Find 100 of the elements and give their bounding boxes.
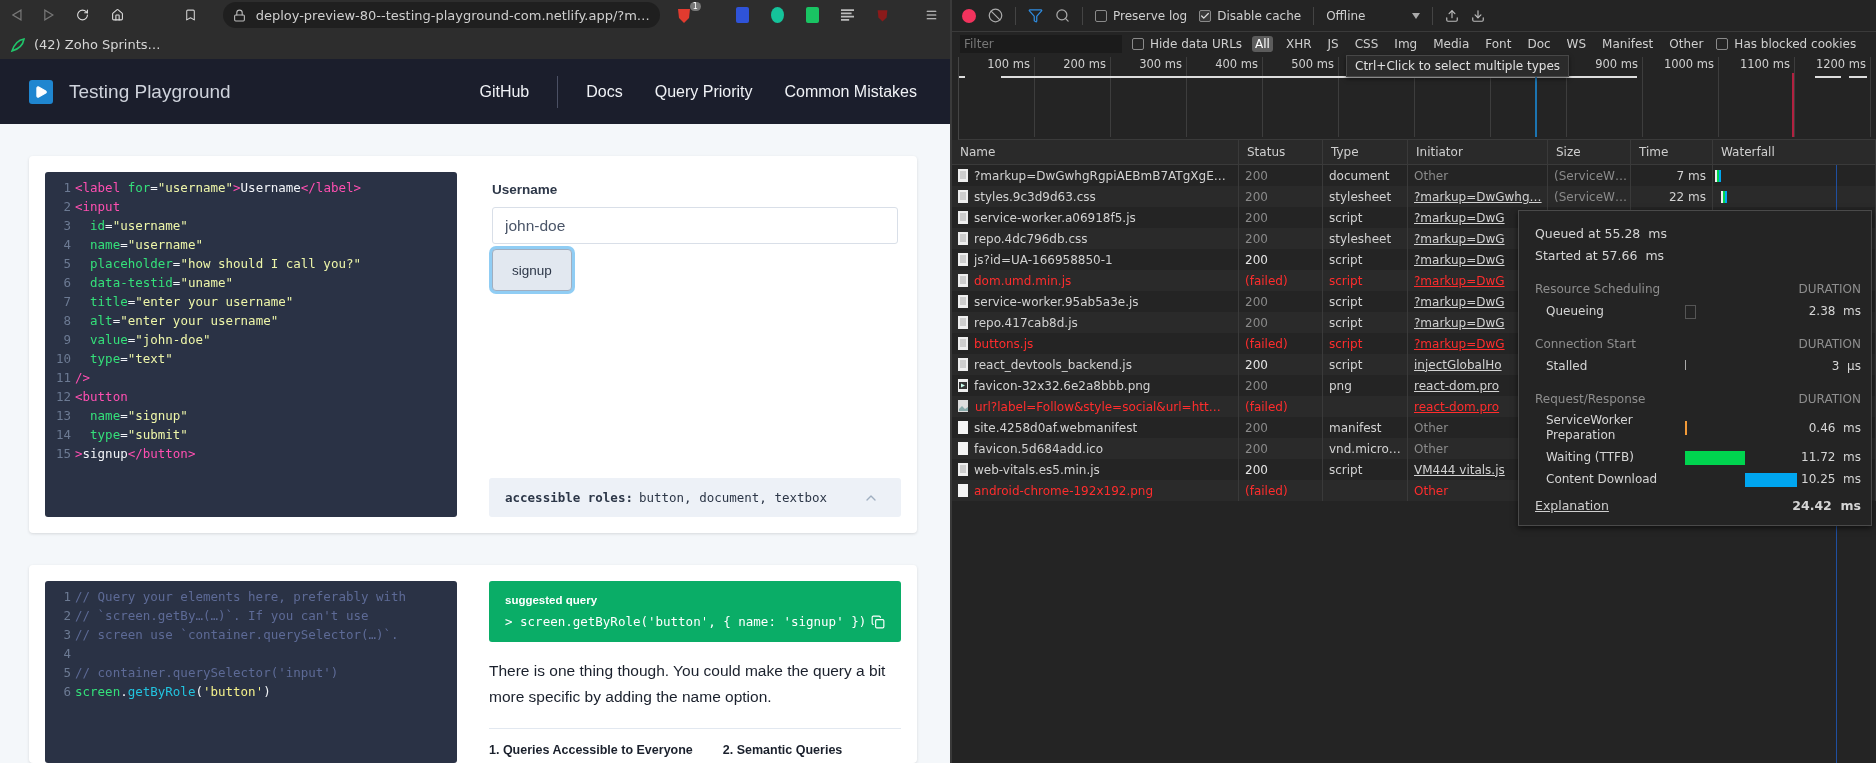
line-number: 4 (62, 236, 72, 254)
lines-icon[interactable] (840, 8, 854, 22)
checkbox[interactable] (1132, 38, 1144, 50)
search-icon[interactable] (1055, 8, 1070, 23)
initiator-link[interactable]: react-dom.pro (1414, 399, 1500, 414)
upload-icon[interactable] (1444, 8, 1459, 23)
tick-label: 1100 ms (1739, 57, 1790, 71)
field-label: Username (492, 182, 559, 197)
request-name[interactable]: repo.4dc796db.css (974, 231, 1088, 246)
type-filter-tab[interactable]: Font (1482, 36, 1515, 52)
request-name[interactable]: service-worker.95ab5a3e.js (974, 294, 1139, 309)
signup-button[interactable]: signup (492, 249, 572, 291)
file-icon (958, 190, 968, 203)
home-icon[interactable] (110, 7, 124, 23)
nav-link[interactable]: Query Priority (654, 82, 753, 101)
code-editor[interactable] (45, 172, 457, 517)
initiator-link[interactable]: react-dom.pro (1414, 378, 1500, 393)
initiator-link[interactable]: ?markup=DwG (1414, 294, 1505, 309)
initiator-link[interactable]: VM444 vitals.js (1414, 462, 1505, 477)
type-filter-tab[interactable]: Media (1430, 36, 1473, 52)
type-filter-tab[interactable]: Manifest (1599, 36, 1657, 52)
column-header[interactable]: Status (1239, 140, 1323, 164)
initiator-link[interactable]: ?markup=DwG (1414, 252, 1505, 267)
phase-label: Stalled (1545, 358, 1589, 374)
line-number: 11 (54, 369, 72, 387)
nav-link[interactable]: Common Mistakes (784, 82, 917, 101)
roles-bar[interactable]: accessible roles: button, document, textbox (489, 478, 901, 517)
initiator-link[interactable]: ?markup=DwG (1414, 210, 1505, 225)
file-icon (958, 463, 968, 476)
request-name[interactable]: styles.9c3d9d63.css (974, 189, 1096, 204)
line-number: 2 (62, 607, 72, 625)
request-name[interactable]: web-vitals.es5.min.js (974, 462, 1100, 477)
type-filter-tab[interactable]: All (1252, 36, 1273, 52)
column-header[interactable]: Type (1323, 140, 1408, 164)
feather-icon (10, 36, 26, 53)
initiator-link[interactable]: ?markup=DwGwhg… (1414, 189, 1542, 204)
initiator-link[interactable]: ?markup=DwG (1414, 231, 1505, 246)
extension-icon[interactable] (770, 7, 784, 23)
type-filter-tab[interactable]: Doc (1524, 36, 1554, 52)
input-field[interactable]: john-doe (492, 207, 898, 244)
nav-link[interactable]: GitHub (479, 82, 530, 101)
record-icon[interactable] (962, 8, 976, 23)
initiator-link[interactable]: injectGlobalHo (1414, 357, 1502, 372)
column-header[interactable]: Time (1631, 140, 1713, 164)
roles-list: button, document, textbox (638, 490, 828, 505)
type-filter-tab[interactable]: WS (1563, 36, 1590, 52)
request-name[interactable]: url?label=Follow&style=social&url=htt… (975, 399, 1221, 414)
download-icon[interactable] (1470, 8, 1485, 23)
code-line: /> (75, 369, 91, 387)
request-name[interactable]: js?id=UA-166958850-1 (974, 252, 1113, 267)
type-filter-tab[interactable]: XHR (1282, 36, 1315, 52)
copy-icon[interactable] (871, 614, 885, 629)
request-name[interactable]: favicon.5d684add.ico (974, 441, 1104, 456)
column-header[interactable]: Initiator (1408, 140, 1548, 164)
nav-link[interactable]: Docs (586, 82, 623, 101)
checkbox[interactable] (1199, 9, 1212, 22)
line-number: 10 (54, 350, 72, 368)
bookmark-link[interactable]: (42) Zoho Sprints… (10, 36, 161, 53)
reload-icon[interactable] (75, 7, 89, 23)
forward-icon[interactable] (43, 8, 54, 22)
status-text: 200 (1245, 189, 1268, 204)
request-name[interactable]: site.4258d0af.webmanifest (974, 420, 1138, 435)
shield-icon[interactable] (675, 6, 692, 24)
filter-field[interactable]: Filter (960, 35, 1122, 53)
extension-icon[interactable] (805, 7, 819, 23)
line-number: 2 (62, 198, 72, 216)
type-filter-tab[interactable]: Img (1391, 36, 1421, 52)
line-number: 1 (62, 179, 72, 197)
address-bar[interactable]: deploy-preview-80--testing-playground-com.netlify.app/?m… (222, 2, 660, 28)
initiator-link[interactable]: ?markup=DwG (1414, 273, 1505, 288)
request-name[interactable]: android-chrome-192x192.png (974, 483, 1154, 498)
code-line: alt="enter your username" (89, 312, 279, 330)
column-header[interactable]: Waterfall (1713, 140, 1876, 164)
filter-icon[interactable] (1028, 8, 1043, 23)
request-name[interactable]: react_devtools_backend.js (974, 357, 1132, 372)
line-number: 7 (62, 293, 72, 311)
time-text: 22 ms (1668, 189, 1706, 204)
explanation-link[interactable]: Explanation (1535, 498, 1609, 513)
request-name[interactable]: buttons.js (974, 336, 1034, 351)
initiator-link[interactable]: ?markup=DwG (1414, 336, 1505, 351)
column-header[interactable]: Name (952, 140, 1239, 164)
request-name[interactable]: ?markup=DwGwhgRgpiAEBmB7ATgXgE… (974, 168, 1226, 183)
type-filter-tab[interactable]: JS (1324, 36, 1342, 52)
checkbox[interactable] (1095, 9, 1107, 22)
request-name[interactable]: repo.417cab8d.js (974, 315, 1078, 330)
type-filter-tab[interactable]: CSS (1351, 36, 1382, 52)
clear-icon[interactable] (988, 8, 1003, 23)
request-name[interactable]: dom.umd.min.js (974, 273, 1072, 288)
back-icon[interactable] (12, 8, 22, 22)
code-line: type="submit" (89, 426, 188, 444)
initiator-link[interactable]: ?markup=DwG (1414, 315, 1505, 330)
throttling-select[interactable]: Offline (1326, 8, 1420, 23)
bookmark-icon[interactable] (183, 7, 197, 23)
checkbox[interactable] (1716, 38, 1729, 50)
initiator-text: Other (1414, 441, 1449, 456)
request-name[interactable]: favicon-32x32.6e2a8bbb.png (974, 378, 1151, 393)
timing-bar (1685, 305, 1696, 319)
type-filter-tab[interactable]: Other (1666, 36, 1707, 52)
request-name[interactable]: service-worker.a06918f5.js (974, 210, 1136, 225)
column-header[interactable]: Size (1548, 140, 1631, 164)
